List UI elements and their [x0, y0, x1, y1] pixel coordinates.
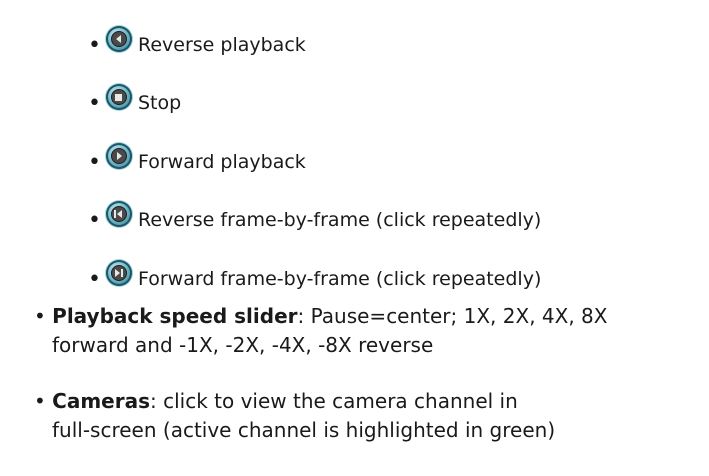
- forward-frame-icon: [105, 260, 132, 286]
- list-item-reverse-frame: • Reverse frame-by-frame (click repeated…: [88, 201, 542, 235]
- forward-playback-icon: [105, 143, 132, 169]
- bullet: •: [88, 208, 101, 233]
- term-cameras: Cameras: [52, 389, 150, 413]
- list-item-forward-frame: • Forward frame-by-frame (click repeated…: [88, 260, 542, 294]
- cameras-description: : click to view the camera channel in: [150, 389, 518, 413]
- term-speed-slider: Playback speed slider: [52, 304, 298, 328]
- bullet: •: [88, 150, 101, 175]
- speed-slider-description: : Pause=center; 1X, 2X, 4X, 8X: [297, 304, 608, 328]
- control-label: Forward playback: [137, 151, 306, 173]
- list-item-speed-slider: • Playback speed slider: Pause=center; 1…: [34, 302, 704, 360]
- bullet: •: [34, 304, 46, 328]
- bullet: •: [88, 91, 101, 116]
- reverse-frame-icon: [105, 201, 132, 227]
- bullet: •: [34, 389, 46, 413]
- control-label: Stop: [137, 92, 182, 114]
- control-label: Reverse frame-by-frame (click repeatedly…: [137, 209, 542, 231]
- control-label: Reverse playback: [137, 34, 306, 56]
- speed-slider-description-cont: forward and -1X, -2X, -4X, -8X reverse: [52, 333, 434, 357]
- list-item-reverse-playback: • Reverse playback: [88, 26, 306, 60]
- list-item-cameras: • Cameras: click to view the camera chan…: [34, 387, 704, 445]
- control-label: Forward frame-by-frame (click repeatedly…: [137, 268, 542, 290]
- cameras-description-cont: full-screen (active channel is highlight…: [52, 418, 556, 442]
- list-item-stop: • Stop: [88, 84, 182, 118]
- bullet: •: [88, 267, 101, 292]
- stop-icon: [105, 84, 132, 110]
- list-item-forward-playback: • Forward playback: [88, 143, 306, 177]
- bullet: •: [88, 33, 101, 58]
- reverse-playback-icon: [105, 26, 132, 52]
